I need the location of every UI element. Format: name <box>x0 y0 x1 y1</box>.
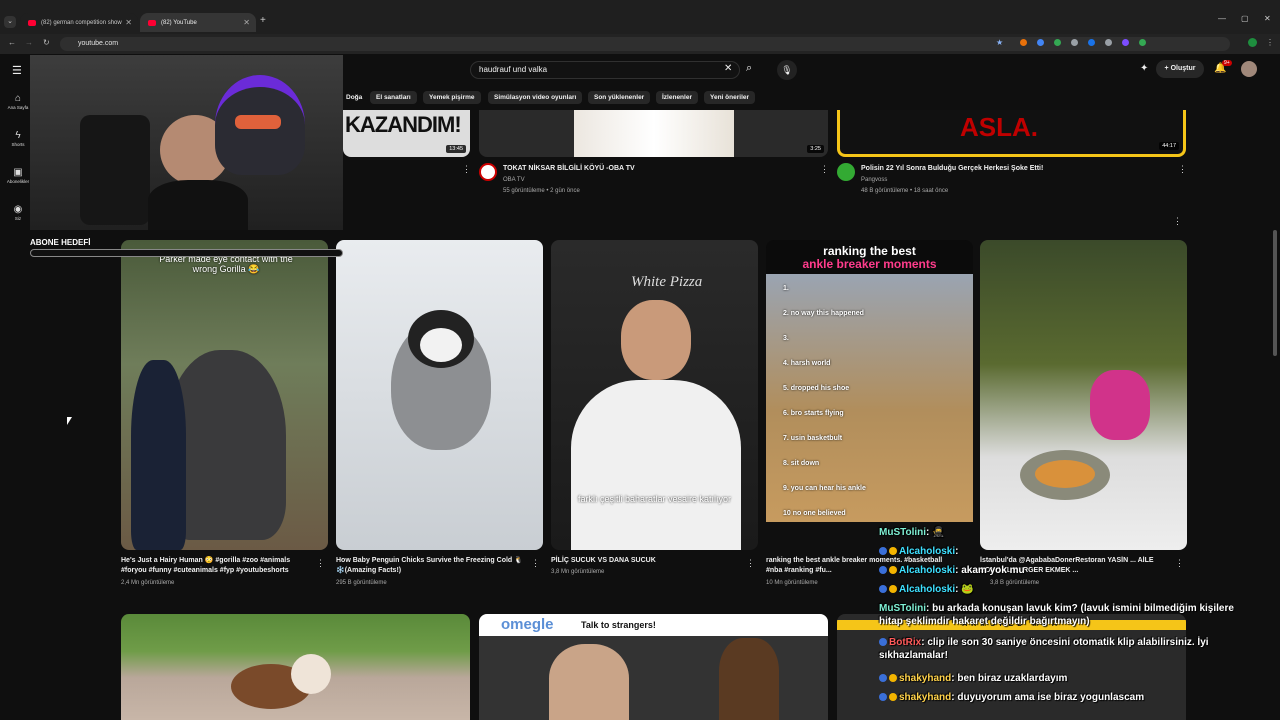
tab-german-competition[interactable]: (82) german competition show ✕ <box>20 13 138 32</box>
short-views: 2,4 Mn görüntüleme <box>121 580 175 586</box>
chat-message: BotRix: clip ile son 30 saniye öncesini … <box>879 637 1209 661</box>
shorts-shelf-menu-icon[interactable]: ⋮ <box>1173 216 1182 227</box>
short-views: 295 B görüntüleme <box>336 580 387 586</box>
video-meta: 48 B görüntüleme • 18 saat önce <box>861 188 949 194</box>
goal-label: ABONE HEDEFİ <box>30 238 91 247</box>
hamburger-menu-icon[interactable]: ☰ <box>12 64 22 77</box>
extensions-strip <box>1020 39 1220 47</box>
short-title[interactable]: He's Just a Hairy Human 😳 #gorilla #zoo … <box>121 556 311 576</box>
browser-tab-bar: ⌄ (82) german competition show ✕ (82) Yo… <box>0 0 1280 34</box>
account-avatar[interactable] <box>1241 61 1257 77</box>
shorts-icon: ϟ <box>15 130 21 141</box>
close-tab-icon[interactable]: ✕ <box>125 18 132 27</box>
tab-search-button[interactable]: ⌄ <box>4 16 16 28</box>
chip-son-yuklenenler[interactable]: Son yüklenenler <box>588 91 651 104</box>
chip-yemek-pisirme[interactable]: Yemek pişirme <box>423 91 481 104</box>
sidebar-item-shorts[interactable]: ϟ Shorts <box>4 130 32 147</box>
youtube-favicon-icon <box>148 19 156 26</box>
chat-message: Alcaholoski: <box>879 545 958 558</box>
page-scrollbar[interactable] <box>1273 230 1277 356</box>
short-title[interactable]: PİLİÇ SUCUK VS DANA SUCUK <box>551 556 741 566</box>
video-meta: 55 görüntüleme • 2 gün önce <box>503 188 580 194</box>
channel-name[interactable]: OBA TV <box>503 175 525 185</box>
short-thumbnail-penguin[interactable] <box>336 240 543 550</box>
menu-kebab-icon[interactable]: ⋮ <box>1266 38 1274 47</box>
user-icon: ◉ <box>13 204 23 215</box>
close-window-icon[interactable]: ✕ <box>1264 14 1271 23</box>
short-thumbnail-sucuk[interactable]: White Pizza farklı çeşitli baharatlar ve… <box>551 240 758 550</box>
subscriptions-icon: ▣ <box>13 167 23 178</box>
mouse-cursor-icon <box>67 417 72 425</box>
search-input[interactable]: haudrauf und valka <box>470 61 740 79</box>
goal-progress-bar <box>30 249 343 257</box>
video-thumbnail[interactable]: 3:25 <box>479 110 828 157</box>
more-options-icon[interactable]: ⋮ <box>531 558 540 569</box>
sidebar-item-home[interactable]: ⌂ Ana Sayfa <box>4 93 32 110</box>
short-thumbnail-basketball[interactable]: ranking the best ankle breaker moments 1… <box>766 240 973 522</box>
short-title[interactable]: How Baby Penguin Chicks Survive the Free… <box>336 556 526 576</box>
sidebar-item-you[interactable]: ◉ Siz <box>4 204 32 221</box>
minimize-icon[interactable]: — <box>1218 14 1226 23</box>
channel-avatar[interactable] <box>479 163 497 181</box>
youtube-favicon-icon <box>28 19 36 26</box>
tab-youtube[interactable]: (82) YouTube ✕ <box>140 13 256 32</box>
home-icon: ⌂ <box>14 93 22 104</box>
more-options-icon[interactable]: ⋮ <box>820 164 829 175</box>
short-views: 3,8 Mn görüntüleme <box>551 569 605 575</box>
close-tab-icon[interactable]: ✕ <box>243 18 250 27</box>
clear-search-icon[interactable]: ✕ <box>724 63 732 74</box>
video-thumbnail-mma[interactable]: ARMORED MMA <box>837 614 1186 720</box>
chat-message: Alcaholoski: akam yok mu <box>879 564 1025 577</box>
short-thumbnail-burger[interactable] <box>980 240 1187 550</box>
video-thumbnail[interactable]: ASLA. 44:17 <box>837 110 1186 157</box>
voice-search-button[interactable]: 🎙 <box>777 60 797 80</box>
notification-badge: 9+ <box>1222 60 1232 66</box>
channel-name[interactable]: Pangvoss <box>861 175 887 185</box>
forward-icon[interactable]: → <box>25 38 33 47</box>
sidebar-item-subscriptions[interactable]: ▣ Abonelikler <box>4 167 32 184</box>
more-options-icon[interactable]: ⋮ <box>462 164 471 175</box>
chat-message: shakyhand: ben biraz uzaklardayım <box>879 672 1067 685</box>
video-thumbnail-omegle[interactable]: omegle Talk to strangers! <box>479 614 828 720</box>
create-button[interactable]: + Oluştur <box>1156 60 1204 78</box>
more-options-icon[interactable]: ⋮ <box>746 558 755 569</box>
chip-doga[interactable]: Doğa <box>340 91 368 104</box>
more-options-icon[interactable]: ⋮ <box>1178 164 1187 175</box>
ranking-list: 1. 2. no way this happened 3. 4. harsh w… <box>783 285 866 517</box>
profile-avatar-icon[interactable] <box>1248 38 1257 47</box>
chip-izlenenler[interactable]: İzlenenler <box>656 91 698 104</box>
chat-message: MuSTolini: 🥷 <box>879 527 945 538</box>
more-options-icon[interactable]: ⋮ <box>1175 558 1184 569</box>
chat-message: MuSTolini: bu arkada konuşan lavuk kim? … <box>879 603 1234 627</box>
video-thumbnail-pony[interactable] <box>121 614 470 720</box>
video-title[interactable]: Polisin 22 Yıl Sonra Bulduğu Gerçek Herk… <box>861 164 1043 174</box>
webcam-overlay <box>30 55 343 230</box>
maximize-icon[interactable]: ▢ <box>1241 14 1249 23</box>
channel-avatar[interactable] <box>837 163 855 181</box>
chip-el-sanatlari[interactable]: El sanatları <box>370 91 417 104</box>
chip-yeni-oneriler[interactable]: Yeni öneriler <box>704 91 756 104</box>
video-thumbnail[interactable]: KAZANDIM! 13:45 <box>343 110 470 157</box>
reload-icon[interactable]: ↻ <box>43 38 50 47</box>
chat-message: Alcaholoski: 🐸 <box>879 583 974 596</box>
short-thumbnail-gorilla[interactable]: Parker made eye contact with the wrong G… <box>121 240 328 550</box>
short-views: 3,8 B görüntüleme <box>990 580 1040 586</box>
video-title[interactable]: TOKAT NİKSAR BİLGİLİ KÖYÜ -OBA TV <box>503 164 635 174</box>
new-tab-button[interactable]: + <box>260 15 266 26</box>
gemini-icon[interactable]: ✦ <box>1140 63 1148 74</box>
search-icon[interactable]: ⌕ <box>746 62 752 75</box>
bookmark-star-icon[interactable]: ★ <box>996 38 1003 47</box>
chat-message: shakyhand: duyuyorum ama ise biraz yogun… <box>879 691 1144 704</box>
short-views: 10 Mn görüntüleme <box>766 580 818 586</box>
chip-simulasyon[interactable]: Simülasyon video oyunları <box>488 91 583 104</box>
back-icon[interactable]: ← <box>8 38 16 47</box>
more-options-icon[interactable]: ⋮ <box>316 558 325 569</box>
